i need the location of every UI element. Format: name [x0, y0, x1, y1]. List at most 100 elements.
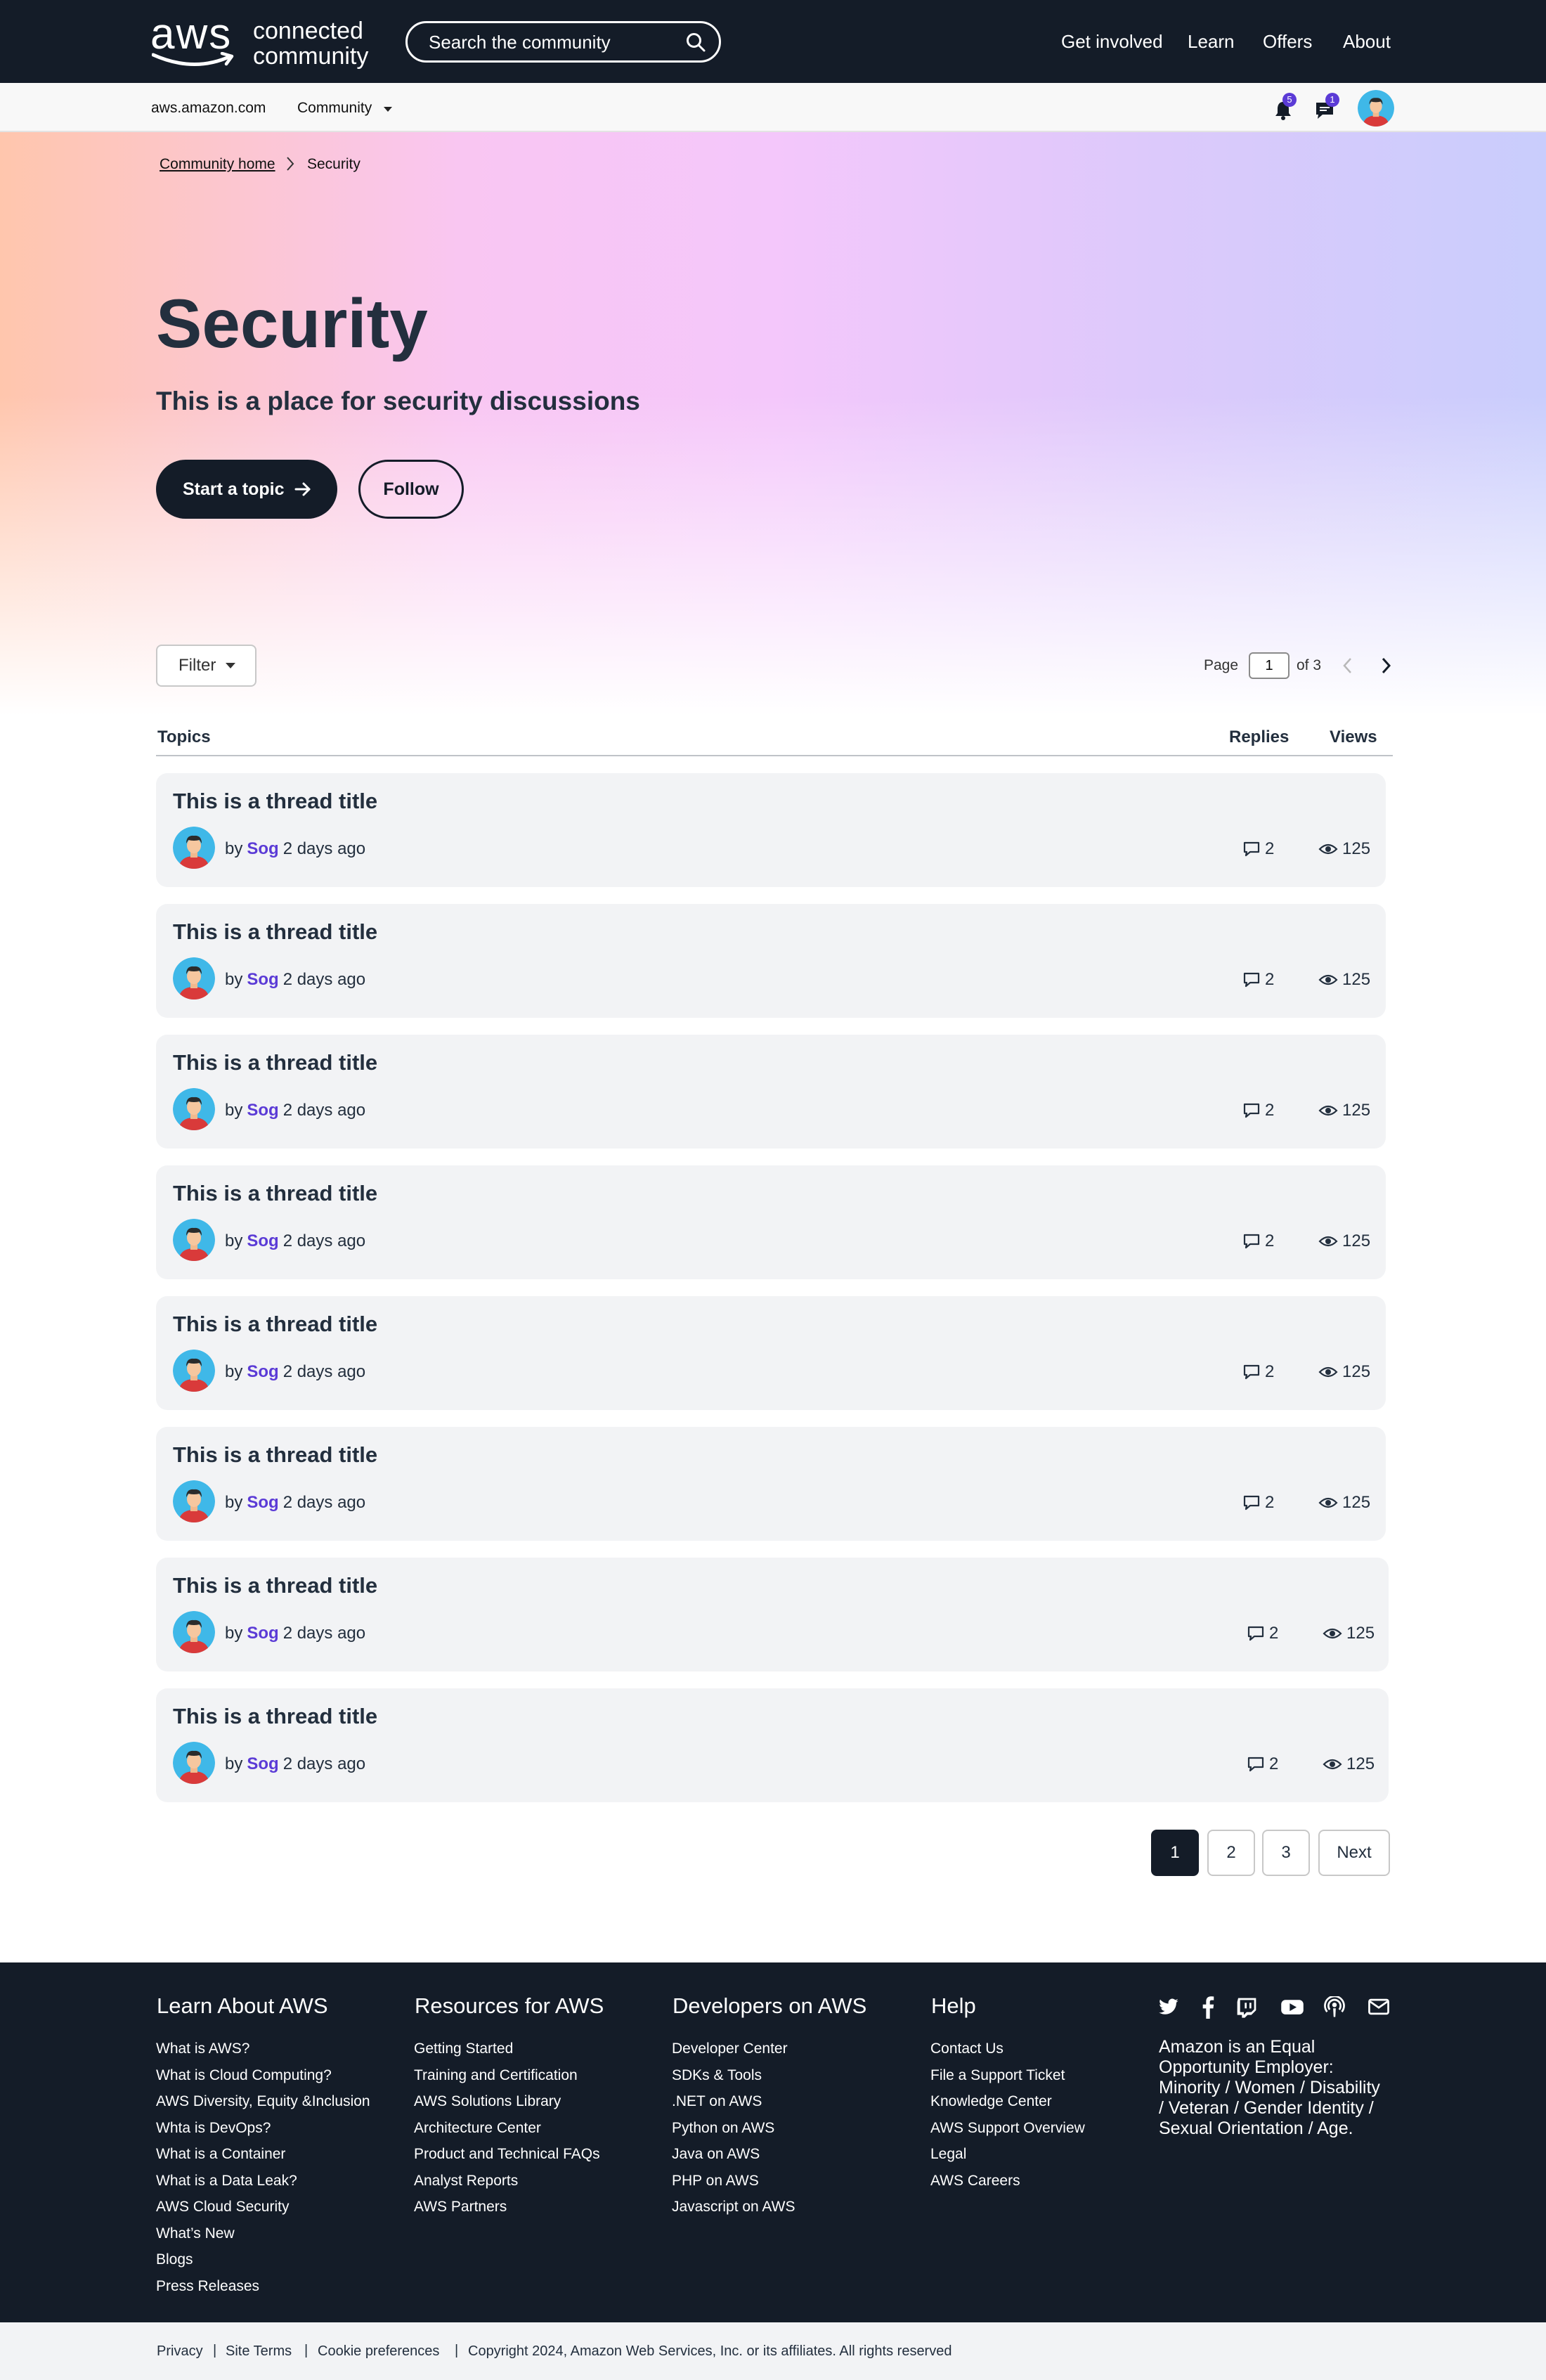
topic-title[interactable]: This is a thread title [173, 1442, 377, 1468]
footer-link[interactable]: What is a Data Leak? [156, 2173, 297, 2190]
footer-link[interactable]: AWS Partners [414, 2199, 507, 2216]
youtube-icon[interactable] [1280, 1996, 1304, 2017]
footer-link[interactable]: File a Support Ticket [930, 2067, 1065, 2084]
topic-author-link[interactable]: Sog [247, 839, 278, 858]
aws-connected-community-logo[interactable]: aws connected community [150, 13, 382, 70]
topic-author-link[interactable]: Sog [247, 1231, 278, 1250]
eye-icon [1318, 974, 1338, 985]
topic-row[interactable]: This is a thread title by Sog 2 days ago 2 12… [156, 1165, 1386, 1279]
footer-link[interactable]: AWS Cloud Security [156, 2199, 289, 2216]
topic-by-label: by [225, 970, 243, 989]
twitter-icon[interactable] [1158, 1996, 1179, 2017]
page-number-input[interactable] [1249, 652, 1290, 679]
eye-icon [1323, 1628, 1342, 1639]
follow-button[interactable]: Follow [358, 460, 464, 519]
topic-author-link[interactable]: Sog [247, 1101, 278, 1120]
topic-row[interactable]: This is a thread title by Sog 2 days ago 2 12… [156, 1296, 1386, 1410]
footer-link[interactable]: Legal [930, 2146, 966, 2163]
nav-learn[interactable]: Learn [1188, 31, 1235, 53]
footer-link[interactable]: Architecture Center [414, 2120, 541, 2137]
footer-link[interactable]: What is Cloud Computing? [156, 2067, 332, 2084]
footer-link[interactable]: Python on AWS [672, 2120, 774, 2137]
author-avatar[interactable] [173, 827, 215, 869]
topic-timestamp: 2 days ago [282, 970, 366, 989]
filter-dropdown[interactable]: Filter [156, 645, 256, 687]
footer-link[interactable]: Contact Us [930, 2041, 1003, 2057]
search-input[interactable] [429, 30, 668, 55]
footer-link[interactable]: Press Releases [156, 2278, 259, 2295]
topic-title[interactable]: This is a thread title [173, 1050, 377, 1075]
footer-link[interactable]: What’s New [156, 2225, 235, 2242]
start-topic-button[interactable]: Start a topic [156, 460, 337, 519]
topic-title[interactable]: This is a thread title [173, 1704, 377, 1729]
author-avatar[interactable] [173, 1219, 215, 1261]
footer-link[interactable]: Developer Center [672, 2041, 788, 2057]
topic-author-link[interactable]: Sog [247, 1493, 278, 1512]
footer-link[interactable]: Whta is DevOps? [156, 2120, 271, 2137]
topic-author-link[interactable]: Sog [247, 1754, 278, 1773]
topic-row[interactable]: This is a thread title by Sog 2 days ago 2 12… [156, 1558, 1389, 1671]
cookie-preferences-link[interactable]: Cookie preferences [318, 2343, 439, 2360]
footer-link[interactable]: AWS Solutions Library [414, 2093, 561, 2110]
topic-author-link[interactable]: Sog [247, 1624, 278, 1643]
chevron-down-icon[interactable] [384, 107, 392, 112]
privacy-link[interactable]: Privacy [157, 2343, 203, 2360]
author-avatar[interactable] [173, 1611, 215, 1653]
community-menu[interactable]: Community [297, 100, 372, 117]
author-avatar[interactable] [173, 957, 215, 1000]
footer-link[interactable]: Java on AWS [672, 2146, 760, 2163]
footer-link[interactable]: PHP on AWS [672, 2173, 759, 2190]
breadcrumb-community-home[interactable]: Community home [160, 156, 275, 173]
topic-row[interactable]: This is a thread title by Sog 2 days ago 2 12… [156, 773, 1386, 887]
author-avatar[interactable] [173, 1742, 215, 1784]
topic-row[interactable]: This is a thread title by Sog 2 days ago 2 12… [156, 1427, 1386, 1541]
footer-link[interactable]: Blogs [156, 2251, 193, 2268]
topic-row[interactable]: This is a thread title by Sog 2 days ago 2 12… [156, 1035, 1386, 1149]
nav-about[interactable]: About [1343, 31, 1391, 53]
footer-link[interactable]: AWS Careers [930, 2173, 1020, 2190]
topic-author-link[interactable]: Sog [247, 970, 278, 989]
nav-get-involved[interactable]: Get involved [1061, 31, 1163, 53]
topic-row[interactable]: This is a thread title by Sog 2 days ago 2 12… [156, 904, 1386, 1018]
nav-offers[interactable]: Offers [1263, 31, 1312, 53]
author-avatar[interactable] [173, 1480, 215, 1522]
avatar-image [173, 827, 215, 869]
topic-replies: 2 [1242, 970, 1274, 990]
author-avatar[interactable] [173, 1350, 215, 1392]
topic-author-link[interactable]: Sog [247, 1362, 278, 1381]
podcast-icon[interactable] [1324, 1996, 1345, 2019]
pagination-page-1[interactable]: 1 [1151, 1830, 1199, 1876]
topic-title[interactable]: This is a thread title [173, 789, 377, 814]
footer-link[interactable]: Knowledge Center [930, 2093, 1052, 2110]
previous-page-icon[interactable] [1341, 655, 1355, 676]
search-icon[interactable] [685, 32, 706, 53]
eye-icon [1318, 843, 1338, 855]
next-page-icon[interactable] [1379, 655, 1393, 676]
facebook-icon[interactable] [1200, 1996, 1216, 2019]
footer-link[interactable]: Training and Certification [414, 2067, 578, 2084]
footer-link[interactable]: What is AWS? [156, 2041, 249, 2057]
site-terms-link[interactable]: Site Terms [226, 2343, 292, 2360]
footer-link[interactable]: AWS Support Overview [930, 2120, 1085, 2137]
topic-row[interactable]: This is a thread title by Sog 2 days ago 2 12… [156, 1688, 1389, 1802]
footer-link[interactable]: What is a Container [156, 2146, 285, 2163]
twitch-icon[interactable] [1235, 1996, 1258, 2019]
footer-link[interactable]: Analyst Reports [414, 2173, 518, 2190]
footer-link[interactable]: Javascript on AWS [672, 2199, 795, 2216]
footer-link[interactable]: AWS Diversity, Equity &Inclusion [156, 2093, 370, 2110]
email-icon[interactable] [1368, 1996, 1390, 2017]
topic-title[interactable]: This is a thread title [173, 1181, 377, 1206]
footer-link[interactable]: Product and Technical FAQs [414, 2146, 600, 2163]
author-avatar[interactable] [173, 1088, 215, 1130]
aws-home-link[interactable]: aws.amazon.com [151, 100, 266, 117]
pagination-next-button[interactable]: Next [1318, 1830, 1390, 1876]
footer-link[interactable]: .NET on AWS [672, 2093, 762, 2110]
user-avatar[interactable] [1358, 90, 1394, 127]
pagination-page-2[interactable]: 2 [1207, 1830, 1255, 1876]
footer-link[interactable]: SDKs & Tools [672, 2067, 762, 2084]
topic-title[interactable]: This is a thread title [173, 1573, 377, 1598]
pagination-page-3[interactable]: 3 [1262, 1830, 1310, 1876]
topic-title[interactable]: This is a thread title [173, 1312, 377, 1337]
footer-link[interactable]: Getting Started [414, 2041, 513, 2057]
topic-title[interactable]: This is a thread title [173, 919, 377, 945]
